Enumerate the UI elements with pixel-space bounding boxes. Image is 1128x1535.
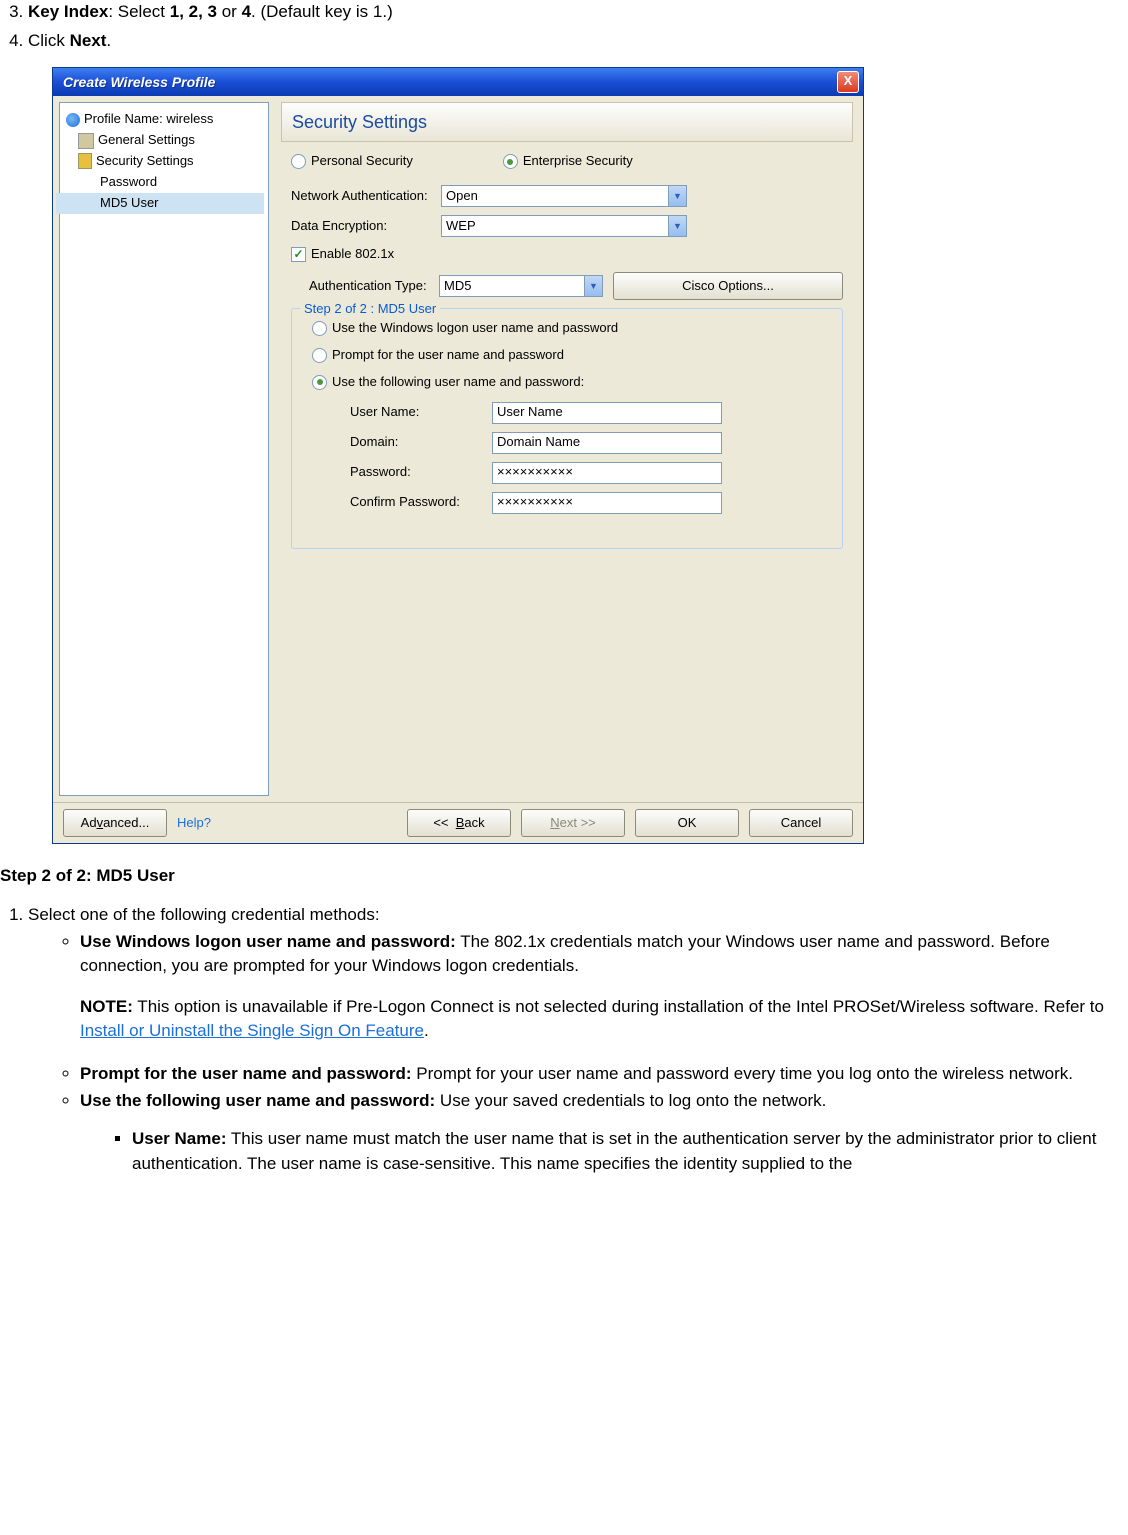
radio-icon [291,154,306,169]
bullet-username: User Name: This user name must match the… [132,1127,1128,1176]
window-footer: Advanced... Help? << Back Next >> OK Can… [53,802,863,843]
advanced-button[interactable]: Advanced... [63,809,167,837]
confirm-password-label: Confirm Password: [350,493,492,512]
prompt-radio[interactable]: Prompt for the user name and password [332,346,564,365]
net-auth-label: Network Authentication: [291,187,441,206]
lock-icon [78,153,92,169]
password-input[interactable]: ×××××××××× [492,462,722,484]
groupbox-title: Step 2 of 2 : MD5 User [300,300,440,319]
domain-input[interactable]: Domain Name [492,432,722,454]
title-bar: Create Wireless Profile X [53,68,863,96]
back-button[interactable]: << Back [407,809,511,837]
tree-general[interactable]: General Settings [64,130,264,151]
close-icon[interactable]: X [837,71,859,93]
step-select-credential: Select one of the following credential m… [28,903,1128,1177]
wireless-profile-window: Create Wireless Profile X Profile Name: … [52,67,864,844]
tree-profile[interactable]: Profile Name: wireless [64,109,264,130]
ok-button[interactable]: OK [635,809,739,837]
tree-password[interactable]: Password [64,172,264,193]
domain-label: Domain: [350,433,492,452]
security-settings-header: Security Settings [281,102,853,142]
md5-user-groupbox: Step 2 of 2 : MD5 User Use the Windows l… [291,308,843,549]
bullet-prompt: Prompt for the user name and password: P… [80,1062,1128,1087]
enterprise-security-radio[interactable]: Enterprise Security [503,152,633,171]
sso-link[interactable]: Install or Uninstall the Single Sign On … [80,1021,424,1040]
key-index-label: Key Index [28,2,108,21]
chevron-down-icon: ▼ [668,186,686,206]
net-auth-select[interactable]: Open ▼ [441,185,687,207]
data-enc-label: Data Encryption: [291,217,441,236]
bullet-use-following: Use the following user name and password… [80,1089,1128,1177]
auth-type-select[interactable]: MD5 ▼ [439,275,603,297]
step-heading: Step 2 of 2: MD5 User [0,864,1128,889]
tree-md5-user[interactable]: MD5 User [56,193,264,214]
next-button[interactable]: Next >> [521,809,625,837]
radio-icon [312,321,327,336]
enable-8021x-checkbox[interactable]: ✓ [291,247,306,262]
help-link[interactable]: Help? [177,814,211,833]
data-enc-select[interactable]: WEP ▼ [441,215,687,237]
auth-type-label: Authentication Type: [309,277,439,296]
sidebar-tree: Profile Name: wireless General Settings … [59,102,269,796]
username-input[interactable]: User Name [492,402,722,424]
cancel-button[interactable]: Cancel [749,809,853,837]
cisco-options-button[interactable]: Cisco Options... [613,272,843,300]
password-label: Password: [350,463,492,482]
globe-icon [66,113,80,127]
bullet-windows-logon: Use Windows logon user name and password… [80,930,1128,1045]
personal-security-radio[interactable]: Personal Security [291,152,413,171]
enable-8021x-label: Enable 802.1x [311,245,394,264]
radio-icon [312,348,327,363]
step-3: Key Index: Select 1, 2, 3 or 4. (Default… [28,0,1128,25]
use-following-radio[interactable]: Use the following user name and password… [332,373,584,392]
chevron-down-icon: ▼ [584,276,602,296]
tree-security[interactable]: Security Settings [64,151,264,172]
window-title: Create Wireless Profile [57,72,837,92]
chevron-down-icon: ▼ [668,216,686,236]
radio-icon [503,154,518,169]
confirm-password-input[interactable]: ×××××××××× [492,492,722,514]
radio-icon [312,375,327,390]
settings-icon [78,133,94,149]
step-4: Click Next. [28,29,1128,54]
use-windows-logon-radio[interactable]: Use the Windows logon user name and pass… [332,319,618,338]
username-label: User Name: [350,403,492,422]
